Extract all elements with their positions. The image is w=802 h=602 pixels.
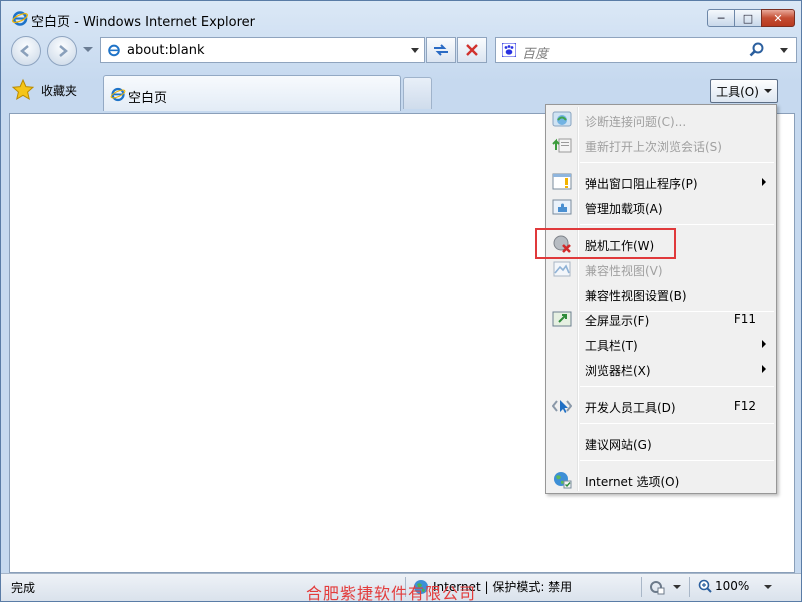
menu-separator — [580, 224, 774, 225]
back-button[interactable] — [11, 36, 41, 66]
stop-icon — [466, 44, 478, 56]
title-bar: 空白页 - Windows Internet Explorer ─ □ ✕ — [1, 1, 801, 33]
menu-item-label: 弹出窗口阻止程序(P) — [585, 177, 698, 191]
forward-arrow-icon — [59, 45, 68, 57]
zoom-dropdown-icon[interactable] — [764, 585, 772, 589]
zoom-control[interactable]: 100% — [698, 579, 749, 593]
compat-view-icon — [553, 261, 571, 277]
maximize-button[interactable]: □ — [734, 9, 762, 27]
menu-item-label: 工具栏(T) — [585, 339, 638, 353]
compat-refresh-icon — [434, 44, 448, 56]
tools-menu: 诊断连接问题(C)... 重新打开上次浏览会话(S) 弹出窗口阻止程序(P) 管… — [545, 104, 777, 494]
reopen-session-icon — [552, 138, 572, 153]
new-tab-button[interactable] — [403, 77, 432, 109]
menu-item-shortcut: F11 — [733, 312, 756, 326]
menu-item-label: 浏览器栏(X) — [585, 364, 651, 378]
search-box[interactable]: 百度 — [495, 37, 797, 63]
menu-item-suggested-sites[interactable]: 建议网站(G) — [548, 431, 774, 455]
tools-button[interactable]: 工具(O) — [710, 79, 778, 103]
baidu-logo-icon — [502, 43, 516, 57]
navigation-bar: about:blank 百度 — [1, 33, 801, 69]
tools-label: 工具(O) — [716, 84, 759, 99]
ie-logo-icon — [12, 11, 28, 26]
menu-item-fullscreen[interactable]: 全屏显示(F) F11 — [548, 307, 774, 331]
status-separator — [689, 577, 690, 597]
forward-button[interactable] — [47, 36, 77, 66]
status-separator — [641, 577, 642, 597]
protected-mode-icon[interactable] — [649, 579, 665, 595]
favorites-label: 收藏夹 — [41, 83, 78, 98]
favorites-star-icon — [11, 78, 35, 101]
fullscreen-icon — [552, 311, 572, 327]
internet-options-icon — [554, 472, 572, 489]
popup-blocker-icon — [552, 173, 572, 190]
submenu-arrow-icon — [762, 340, 766, 348]
menu-item-label: 兼容性视图(V) — [585, 264, 663, 278]
menu-item-diagnose[interactable]: 诊断连接问题(C)... — [548, 108, 774, 132]
tab-blank-page[interactable]: 空白页 — [103, 75, 401, 111]
menu-item-developer-tools[interactable]: 开发人员工具(D) F12 — [548, 394, 774, 418]
status-text: 完成 — [11, 581, 36, 595]
addons-icon — [552, 199, 572, 215]
menu-separator — [580, 386, 774, 387]
search-input[interactable]: 百度 — [522, 43, 548, 62]
submenu-arrow-icon — [762, 178, 766, 186]
address-dropdown-icon[interactable] — [411, 48, 419, 53]
address-bar[interactable]: about:blank — [100, 37, 425, 63]
menu-item-label: 建议网站(G) — [585, 438, 652, 452]
menu-item-toolbars[interactable]: 工具栏(T) — [548, 332, 774, 356]
menu-item-reopen-session[interactable]: 重新打开上次浏览会话(S) — [548, 133, 774, 157]
stop-button[interactable] — [457, 37, 487, 63]
menu-separator — [580, 162, 774, 163]
developer-tools-icon — [552, 400, 572, 413]
recent-pages-dropdown[interactable] — [83, 47, 93, 52]
menu-item-label: 重新打开上次浏览会话(S) — [585, 140, 722, 154]
tab-title: 空白页 — [128, 91, 168, 106]
menu-item-shortcut: F12 — [733, 399, 756, 413]
window-controls: ─ □ ✕ — [707, 9, 795, 27]
submenu-arrow-icon — [762, 365, 766, 373]
zoom-icon — [698, 579, 712, 593]
window-title: 空白页 - Windows Internet Explorer — [31, 15, 255, 30]
tools-dropdown-icon — [763, 89, 772, 93]
menu-item-internet-options[interactable]: Internet 选项(O) — [548, 468, 774, 492]
menu-separator — [580, 460, 774, 461]
diagnose-icon — [552, 111, 572, 127]
menu-item-label: Internet 选项(O) — [585, 475, 680, 489]
menu-item-compat-view[interactable]: 兼容性视图(V) — [548, 257, 774, 281]
company-watermark: 合肥紫捷软件有限公司 — [306, 584, 477, 602]
page-icon — [108, 44, 120, 57]
favorites-button[interactable]: 收藏夹 — [11, 75, 99, 105]
annotation-highlight-box — [535, 228, 676, 259]
menu-item-label: 全屏显示(F) — [585, 314, 650, 328]
protected-mode-dropdown-icon[interactable] — [673, 585, 681, 589]
zoom-level: 100% — [715, 579, 750, 593]
close-button[interactable]: ✕ — [761, 9, 795, 27]
menu-item-popup-blocker[interactable]: 弹出窗口阻止程序(P) — [548, 170, 774, 194]
search-dropdown-icon[interactable] — [780, 48, 788, 53]
menu-item-label: 诊断连接问题(C)... — [585, 115, 687, 129]
back-arrow-icon — [20, 45, 29, 57]
refresh-button[interactable] — [426, 37, 456, 63]
menu-item-label: 兼容性视图设置(B) — [585, 289, 687, 303]
menu-item-manage-addons[interactable]: 管理加载项(A) — [548, 195, 774, 219]
address-input[interactable]: about:blank — [127, 43, 205, 58]
search-icon[interactable] — [748, 41, 766, 59]
menu-item-explorer-bars[interactable]: 浏览器栏(X) — [548, 357, 774, 381]
tab-page-icon — [110, 87, 126, 102]
menu-item-label: 管理加载项(A) — [585, 202, 663, 216]
minimize-button[interactable]: ─ — [707, 9, 735, 27]
menu-item-label: 开发人员工具(D) — [585, 401, 676, 415]
menu-item-compat-view-settings[interactable]: 兼容性视图设置(B) — [548, 282, 774, 306]
menu-separator — [580, 423, 774, 424]
